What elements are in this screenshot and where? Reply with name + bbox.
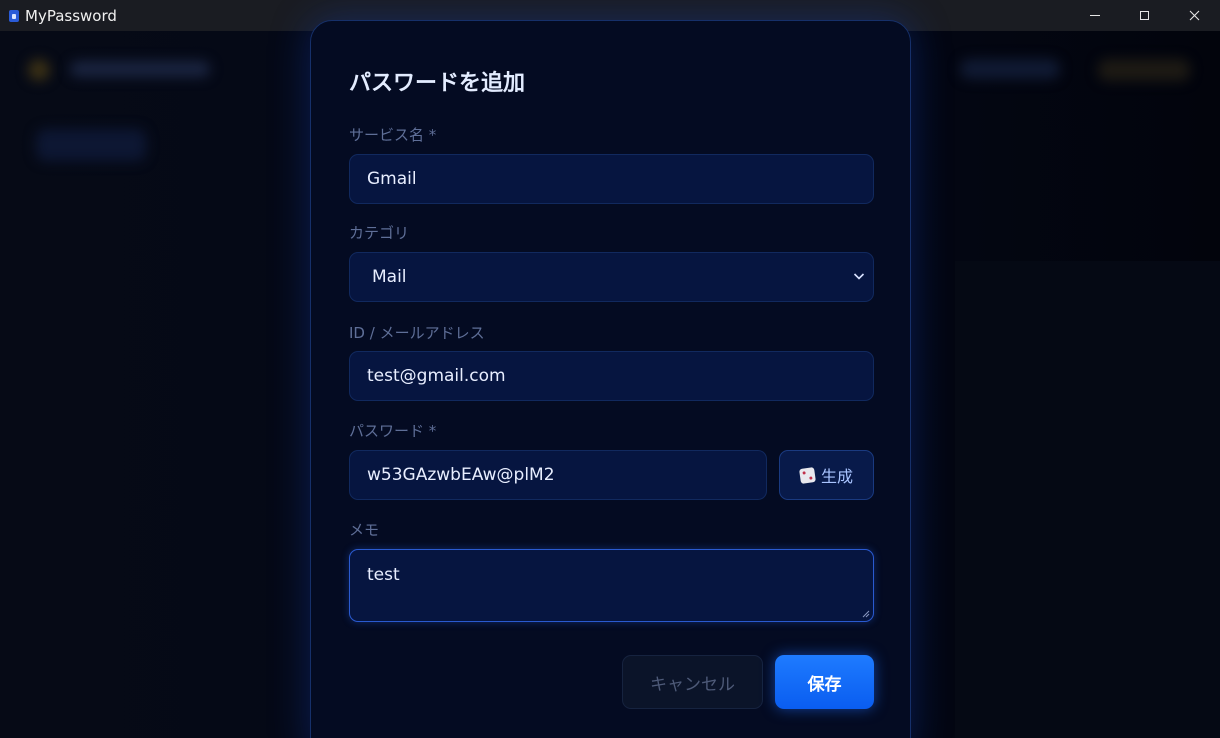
password-input[interactable]: w53GAzwbEAw@plM2 <box>349 450 767 500</box>
category-value: Mail <box>372 267 407 287</box>
minimize-icon <box>1090 15 1100 16</box>
password-label: パスワード * <box>349 422 437 440</box>
blurred-header-text <box>70 61 210 77</box>
resize-handle-icon[interactable] <box>862 610 870 618</box>
service-name-label: サービス名 * <box>349 126 437 144</box>
maximize-button[interactable] <box>1120 0 1168 31</box>
account-input[interactable]: test@gmail.com <box>349 351 874 401</box>
account-label: ID / メールアドレス <box>349 324 485 342</box>
blurred-header-item <box>960 59 1060 79</box>
generate-password-button[interactable]: 生成 <box>779 450 874 500</box>
save-button[interactable]: 保存 <box>775 655 874 709</box>
generate-label: 生成 <box>820 467 853 486</box>
blurred-sidebar-item <box>36 129 146 161</box>
category-select[interactable]: Mail <box>349 252 874 302</box>
dice-icon <box>799 466 816 484</box>
dialog-title: パスワードを追加 <box>349 71 526 96</box>
blurred-header-button <box>1098 59 1190 81</box>
account-value: test@gmail.com <box>367 366 506 386</box>
add-password-dialog: パスワードを追加 サービス名 * Gmail カテゴリ Mail ID / メー… <box>310 20 911 738</box>
memo-textarea[interactable]: test <box>349 549 874 622</box>
password-value: w53GAzwbEAw@plM2 <box>367 465 555 485</box>
minimize-button[interactable] <box>1071 0 1119 31</box>
memo-value: test <box>367 565 400 585</box>
service-name-input[interactable]: Gmail <box>349 154 874 204</box>
app-lock-icon <box>9 9 19 22</box>
cancel-button[interactable]: キャンセル <box>622 655 763 709</box>
category-label: カテゴリ <box>349 224 410 242</box>
blurred-logo <box>28 59 50 81</box>
window-title: MyPassword <box>25 6 117 25</box>
chevron-down-icon <box>853 273 865 280</box>
maximize-icon <box>1139 11 1149 20</box>
close-icon <box>1189 10 1199 21</box>
service-name-value: Gmail <box>367 169 417 189</box>
memo-label: メモ <box>349 521 380 539</box>
close-button[interactable] <box>1170 0 1218 31</box>
blurred-side-panel <box>955 261 1220 738</box>
